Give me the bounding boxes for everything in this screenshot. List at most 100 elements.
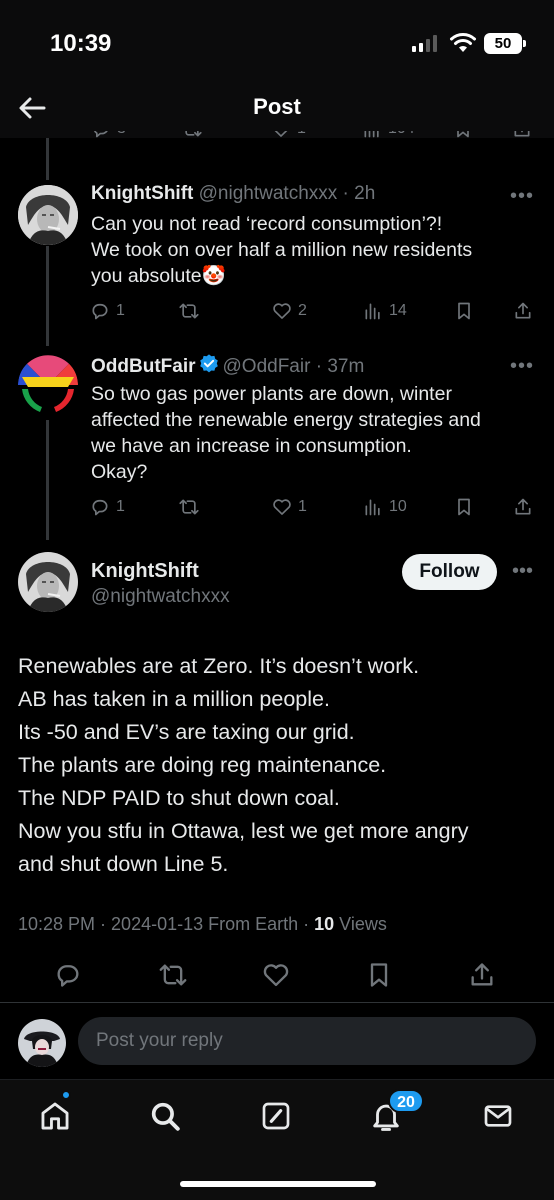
like-action[interactable]: 2: [272, 301, 307, 321]
nav-home[interactable]: [33, 1094, 77, 1138]
share-icon: [514, 131, 530, 137]
bookmark-icon: [458, 498, 470, 516]
like-icon: [273, 499, 291, 515]
more-button[interactable]: •••: [512, 560, 533, 583]
views-action[interactable]: 14: [363, 301, 407, 321]
author-name[interactable]: OddButFair: [91, 356, 196, 377]
bookmark-button[interactable]: [362, 958, 396, 992]
nav-messages[interactable]: [476, 1094, 520, 1138]
search-icon: [151, 1102, 180, 1131]
author-name[interactable]: KnightShift: [91, 183, 193, 204]
reply-action[interactable]: 1: [90, 301, 125, 321]
more-icon: •••: [509, 355, 534, 377]
reply-action[interactable]: 3: [91, 131, 126, 139]
top-app-bar: Post: [0, 80, 554, 138]
reply-post[interactable]: KnightShift @nightwatchxxx · 2h ••• Can …: [0, 183, 554, 328]
share-action[interactable]: [513, 301, 533, 321]
avatar[interactable]: [18, 185, 78, 245]
more-button[interactable]: •••: [510, 355, 534, 378]
like-button[interactable]: [259, 958, 293, 992]
share-action[interactable]: [513, 497, 533, 517]
previous-post-actions: 3 1 104: [18, 131, 548, 153]
reply-action[interactable]: 1: [90, 497, 125, 517]
post-text: Renewables are at Zero. It’s doesn’t wor…: [18, 650, 538, 881]
views-icon: [365, 499, 380, 516]
retweet-action[interactable]: [178, 497, 200, 517]
compose-icon: [262, 1102, 290, 1130]
post-text-line: we have an increase in consumption.: [91, 435, 412, 457]
bookmark-action[interactable]: [455, 497, 473, 517]
more-icon: •••: [509, 185, 534, 207]
share-action[interactable]: [512, 131, 532, 139]
notifications-badge: 20: [388, 1089, 424, 1113]
views-count: 10: [314, 914, 335, 934]
post-text-line: and shut down Line 5.: [18, 852, 229, 876]
share-icon: [471, 963, 493, 986]
post-time: 2h: [354, 183, 376, 204]
post-time: 37m: [327, 356, 365, 377]
post-text-line: So two gas power plants are down, winter: [91, 383, 452, 405]
bookmark-icon: [370, 963, 388, 987]
views-icon: [365, 303, 380, 320]
views-action[interactable]: 104: [362, 131, 415, 139]
post-text: Can you not read ‘record consumption’?! …: [91, 211, 531, 289]
avatar[interactable]: [18, 552, 78, 612]
messages-icon: [484, 1105, 512, 1127]
bookmark-icon: [458, 302, 470, 320]
nav-compose[interactable]: [254, 1094, 298, 1138]
cellular-signal-icon: [412, 34, 437, 52]
post-text-line: The plants are doing reg maintenance.: [18, 753, 387, 777]
home-icon: [41, 1102, 69, 1130]
follow-button[interactable]: Follow: [402, 554, 497, 590]
bookmark-action[interactable]: [454, 131, 472, 139]
post-text-line: Can you not read ‘record consumption’?!: [91, 213, 443, 235]
more-button[interactable]: •••: [510, 185, 534, 208]
like-icon: [274, 131, 288, 137]
view-count: 104: [388, 131, 415, 138]
retweet-icon: [179, 303, 199, 319]
avatar-image: [18, 185, 78, 245]
post-text-line: you absolute🤡: [91, 265, 226, 287]
author-handle[interactable]: @nightwatchxxx: [199, 183, 338, 204]
avatar[interactable]: [18, 1019, 66, 1067]
battery-indicator: 50: [484, 33, 526, 54]
post-header: OddButFair @OddFair · 37m: [91, 353, 364, 378]
post-text-line: We took on over half a million new resid…: [91, 239, 473, 261]
wifi-icon: [450, 33, 476, 52]
retweet-action[interactable]: [178, 301, 200, 321]
share-icon: [515, 302, 531, 319]
avatar-image: [18, 552, 78, 612]
author-handle[interactable]: @nightwatchxxx: [91, 586, 230, 608]
views-action[interactable]: 10: [363, 497, 407, 517]
avatar-image: [18, 1019, 66, 1067]
page-title: Post: [253, 94, 301, 119]
post-actions: 1 1 10: [90, 497, 540, 521]
reply-post[interactable]: OddButFair @OddFair · 37m ••• So two gas …: [0, 353, 554, 528]
post-timestamp: 10:28 PM · 2024-01-13 From Earth ·: [18, 914, 315, 934]
avatar-image: [18, 355, 78, 415]
reply-composer: [0, 1003, 554, 1079]
share-button[interactable]: [465, 958, 499, 992]
retweet-action[interactable]: [181, 131, 203, 139]
reply-icon: [92, 303, 108, 320]
nav-search[interactable]: [143, 1094, 187, 1138]
bookmark-icon: [457, 131, 469, 138]
like-icon: [273, 303, 291, 319]
retweet-button[interactable]: [156, 958, 190, 992]
avatar[interactable]: [18, 355, 78, 415]
status-bar: 10:39 50: [0, 0, 554, 80]
post-metadata: 10:28 PM · 2024-01-13 From Earth · 10 Vi…: [18, 914, 387, 935]
author-name[interactable]: KnightShift: [91, 560, 199, 583]
post-text-line: AB has taken in a million people.: [18, 687, 330, 711]
reply-button[interactable]: [51, 958, 85, 992]
like-action[interactable]: 1: [272, 497, 307, 517]
author-handle[interactable]: @OddFair: [223, 356, 311, 377]
reply-input[interactable]: [78, 1017, 536, 1065]
bookmark-action[interactable]: [455, 301, 473, 321]
post-actions: 1 2 14: [90, 301, 540, 325]
status-time: 10:39: [50, 30, 112, 57]
post-text-line: The NDP PAID to shut down coal.: [18, 786, 340, 810]
reply-icon: [94, 131, 108, 138]
like-action[interactable]: 1: [271, 131, 306, 139]
post-text-line: Okay?: [91, 461, 148, 483]
